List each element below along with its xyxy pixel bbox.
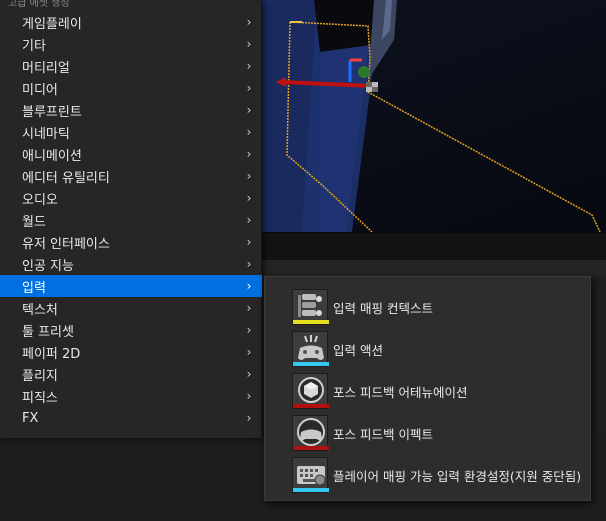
menu-item[interactable]: 월드 › [0, 209, 262, 231]
menu-item[interactable]: 기타 › [0, 33, 262, 55]
menu-item[interactable]: FX › [0, 407, 262, 429]
accent-bar [293, 404, 329, 408]
menu-item[interactable]: 에디터 유틸리티 › [0, 165, 262, 187]
menu-item[interactable]: 게임플레이 › [0, 11, 262, 33]
chevron-right-icon: › [246, 81, 252, 95]
chevron-right-icon: › [246, 345, 252, 359]
force-feedback-effect-icon [292, 415, 329, 451]
chevron-right-icon: › [246, 389, 252, 403]
menu-item-label: 인공 지능 [22, 258, 74, 274]
chevron-right-icon: › [246, 257, 252, 271]
submenu-item-input-action[interactable]: 입력 액션 [265, 329, 590, 369]
menu-item[interactable]: 텍스처 › [0, 297, 262, 319]
menu-item-label: 블루프린트 [22, 104, 82, 120]
viewport-toolbar-strip [262, 232, 606, 260]
menu-item[interactable]: 시네마틱 › [0, 121, 262, 143]
menu-item[interactable]: 플리지 › [0, 363, 262, 385]
submenu-item-force-feedback-effect[interactable]: 포스 피드백 이펙트 [265, 413, 590, 453]
accent-bar [293, 446, 329, 450]
submenu-item-label: 플레이어 매핑 가능 입력 환경설정(지원 중단됨) [333, 468, 582, 484]
submenu-item-input-mapping-context[interactable]: 입력 매핑 컨텍스트 [265, 287, 590, 327]
menu-item-label: 시네마틱 [22, 126, 70, 142]
submenu-item-label: 포스 피드백 어테뉴에이션 [333, 384, 468, 400]
chevron-right-icon: › [246, 59, 252, 73]
menu-item[interactable]: 유저 인터페이스 › [0, 231, 262, 253]
chevron-right-icon: › [246, 367, 252, 381]
menu-item[interactable]: 블루프린트 › [0, 99, 262, 121]
menu-item-label: 플리지 [22, 368, 58, 384]
menu-item-label: 게임플레이 [22, 16, 82, 32]
input-submenu: 입력 매핑 컨텍스트 입력 액션 포스 피드백 어테뉴에이션 포스 피드백 이펙… [264, 276, 591, 501]
chevron-right-icon: › [246, 279, 252, 293]
menu-item[interactable]: 미디어 › [0, 77, 262, 99]
gamepad-action-icon [292, 331, 329, 367]
menu-item[interactable]: 인공 지능 › [0, 253, 262, 275]
menu-item[interactable]: 애니메이션 › [0, 143, 262, 165]
accent-bar [293, 320, 329, 324]
create-asset-menu: 고급 에셋 생성 게임플레이 › 기타 › 머티리얼 › 미디어 › 블루프린트 › 시네마틱 › 애니… [0, 0, 262, 438]
chevron-right-icon: › [246, 15, 252, 29]
menu-item[interactable]: 툴 프리셋 › [0, 319, 262, 341]
panel-tab-strip [262, 260, 606, 276]
submenu-item-label: 입력 액션 [333, 342, 383, 358]
chevron-right-icon: › [246, 37, 252, 51]
submenu-item-label: 포스 피드백 이펙트 [333, 426, 433, 442]
chevron-right-icon: › [246, 147, 252, 161]
mapping-context-icon [292, 289, 329, 325]
menu-item-label: 피직스 [22, 390, 58, 406]
force-feedback-attenuation-icon [292, 373, 329, 409]
menu-item[interactable]: 오디오 › [0, 187, 262, 209]
menu-item-label: 머티리얼 [22, 60, 70, 76]
menu-item-label: 기타 [22, 38, 46, 54]
menu-item-label: 페이퍼 2D [22, 346, 81, 362]
accent-bar [293, 362, 329, 366]
menu-header: 고급 에셋 생성 [8, 0, 70, 9]
menu-item-label: 에디터 유틸리티 [22, 170, 110, 186]
keyboard-settings-icon [292, 457, 329, 493]
menu-item-label: 유저 인터페이스 [22, 236, 110, 252]
level-viewport[interactable] [262, 0, 606, 232]
menu-item[interactable]: 피직스 › [0, 385, 262, 407]
submenu-item-label: 입력 매핑 컨텍스트 [333, 300, 433, 316]
chevron-right-icon: › [246, 125, 252, 139]
menu-item-label: 미디어 [22, 82, 58, 98]
submenu-item-force-feedback-attenuation[interactable]: 포스 피드백 어테뉴에이션 [265, 371, 590, 411]
menu-item-label: 텍스처 [22, 302, 58, 318]
menu-item-label: 입력 [22, 280, 46, 296]
chevron-right-icon: › [246, 235, 252, 249]
chevron-right-icon: › [246, 103, 252, 117]
submenu-item-player-mappable-input-config[interactable]: 플레이어 매핑 가능 입력 환경설정(지원 중단됨) [265, 455, 590, 495]
chevron-right-icon: › [246, 301, 252, 315]
menu-item-label: FX [22, 410, 39, 426]
menu-item-label: 툴 프리셋 [22, 324, 74, 340]
menu-item[interactable]: 머티리얼 › [0, 55, 262, 77]
menu-item-label: 월드 [22, 214, 46, 230]
viewport-scene [262, 0, 601, 232]
chevron-right-icon: › [246, 213, 252, 227]
menu-item-label: 오디오 [22, 192, 58, 208]
chevron-right-icon: › [246, 191, 252, 205]
menu-item[interactable]: 입력 › [0, 275, 262, 297]
accent-bar [293, 488, 329, 492]
menu-item-label: 애니메이션 [22, 148, 82, 164]
menu-item[interactable]: 페이퍼 2D › [0, 341, 262, 363]
chevron-right-icon: › [246, 323, 252, 337]
chevron-right-icon: › [246, 169, 252, 183]
chevron-right-icon: › [246, 411, 252, 425]
